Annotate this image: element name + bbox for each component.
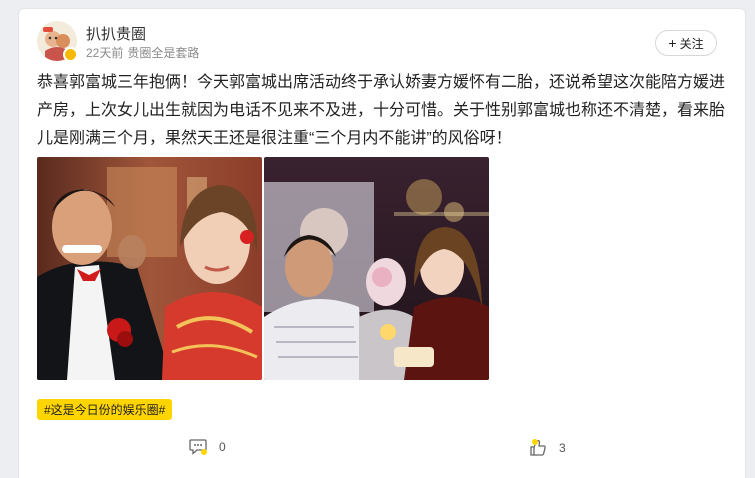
follow-label: 关注: [679, 36, 704, 51]
topic-tag[interactable]: #这是今日份的娱乐圈#: [37, 399, 173, 420]
comment-bubble-icon: [189, 439, 207, 455]
post-card: 扒扒贵圈 22天前 贵圈全是套路 + 关注 恭喜郭富城三年抱俩！今天郭富城出席活动…: [18, 8, 746, 478]
author-name[interactable]: 扒扒贵圈: [86, 23, 146, 44]
post-photo-family[interactable]: [264, 157, 489, 380]
post-text: 恭喜郭富城三年抱俩！今天郭富城出席活动终于承认娇妻方媛怀有二胎，还说希望这次能陪…: [37, 74, 726, 147]
post-meta: 22天前 贵圈全是套路: [86, 44, 199, 61]
follow-button[interactable]: + 关注: [655, 30, 717, 56]
like-count: 3: [559, 441, 566, 455]
verified-badge-icon: [63, 47, 78, 62]
thumbs-up-icon: [530, 439, 546, 456]
post-source[interactable]: 贵圈全是套路: [127, 46, 199, 60]
like-button[interactable]: 3: [529, 439, 566, 457]
post-time: 22天前: [86, 46, 124, 60]
plus-icon: +: [668, 35, 677, 51]
post-photo-wedding[interactable]: [37, 157, 262, 380]
comment-count: 0: [219, 440, 226, 454]
comment-button[interactable]: 0: [189, 439, 226, 455]
